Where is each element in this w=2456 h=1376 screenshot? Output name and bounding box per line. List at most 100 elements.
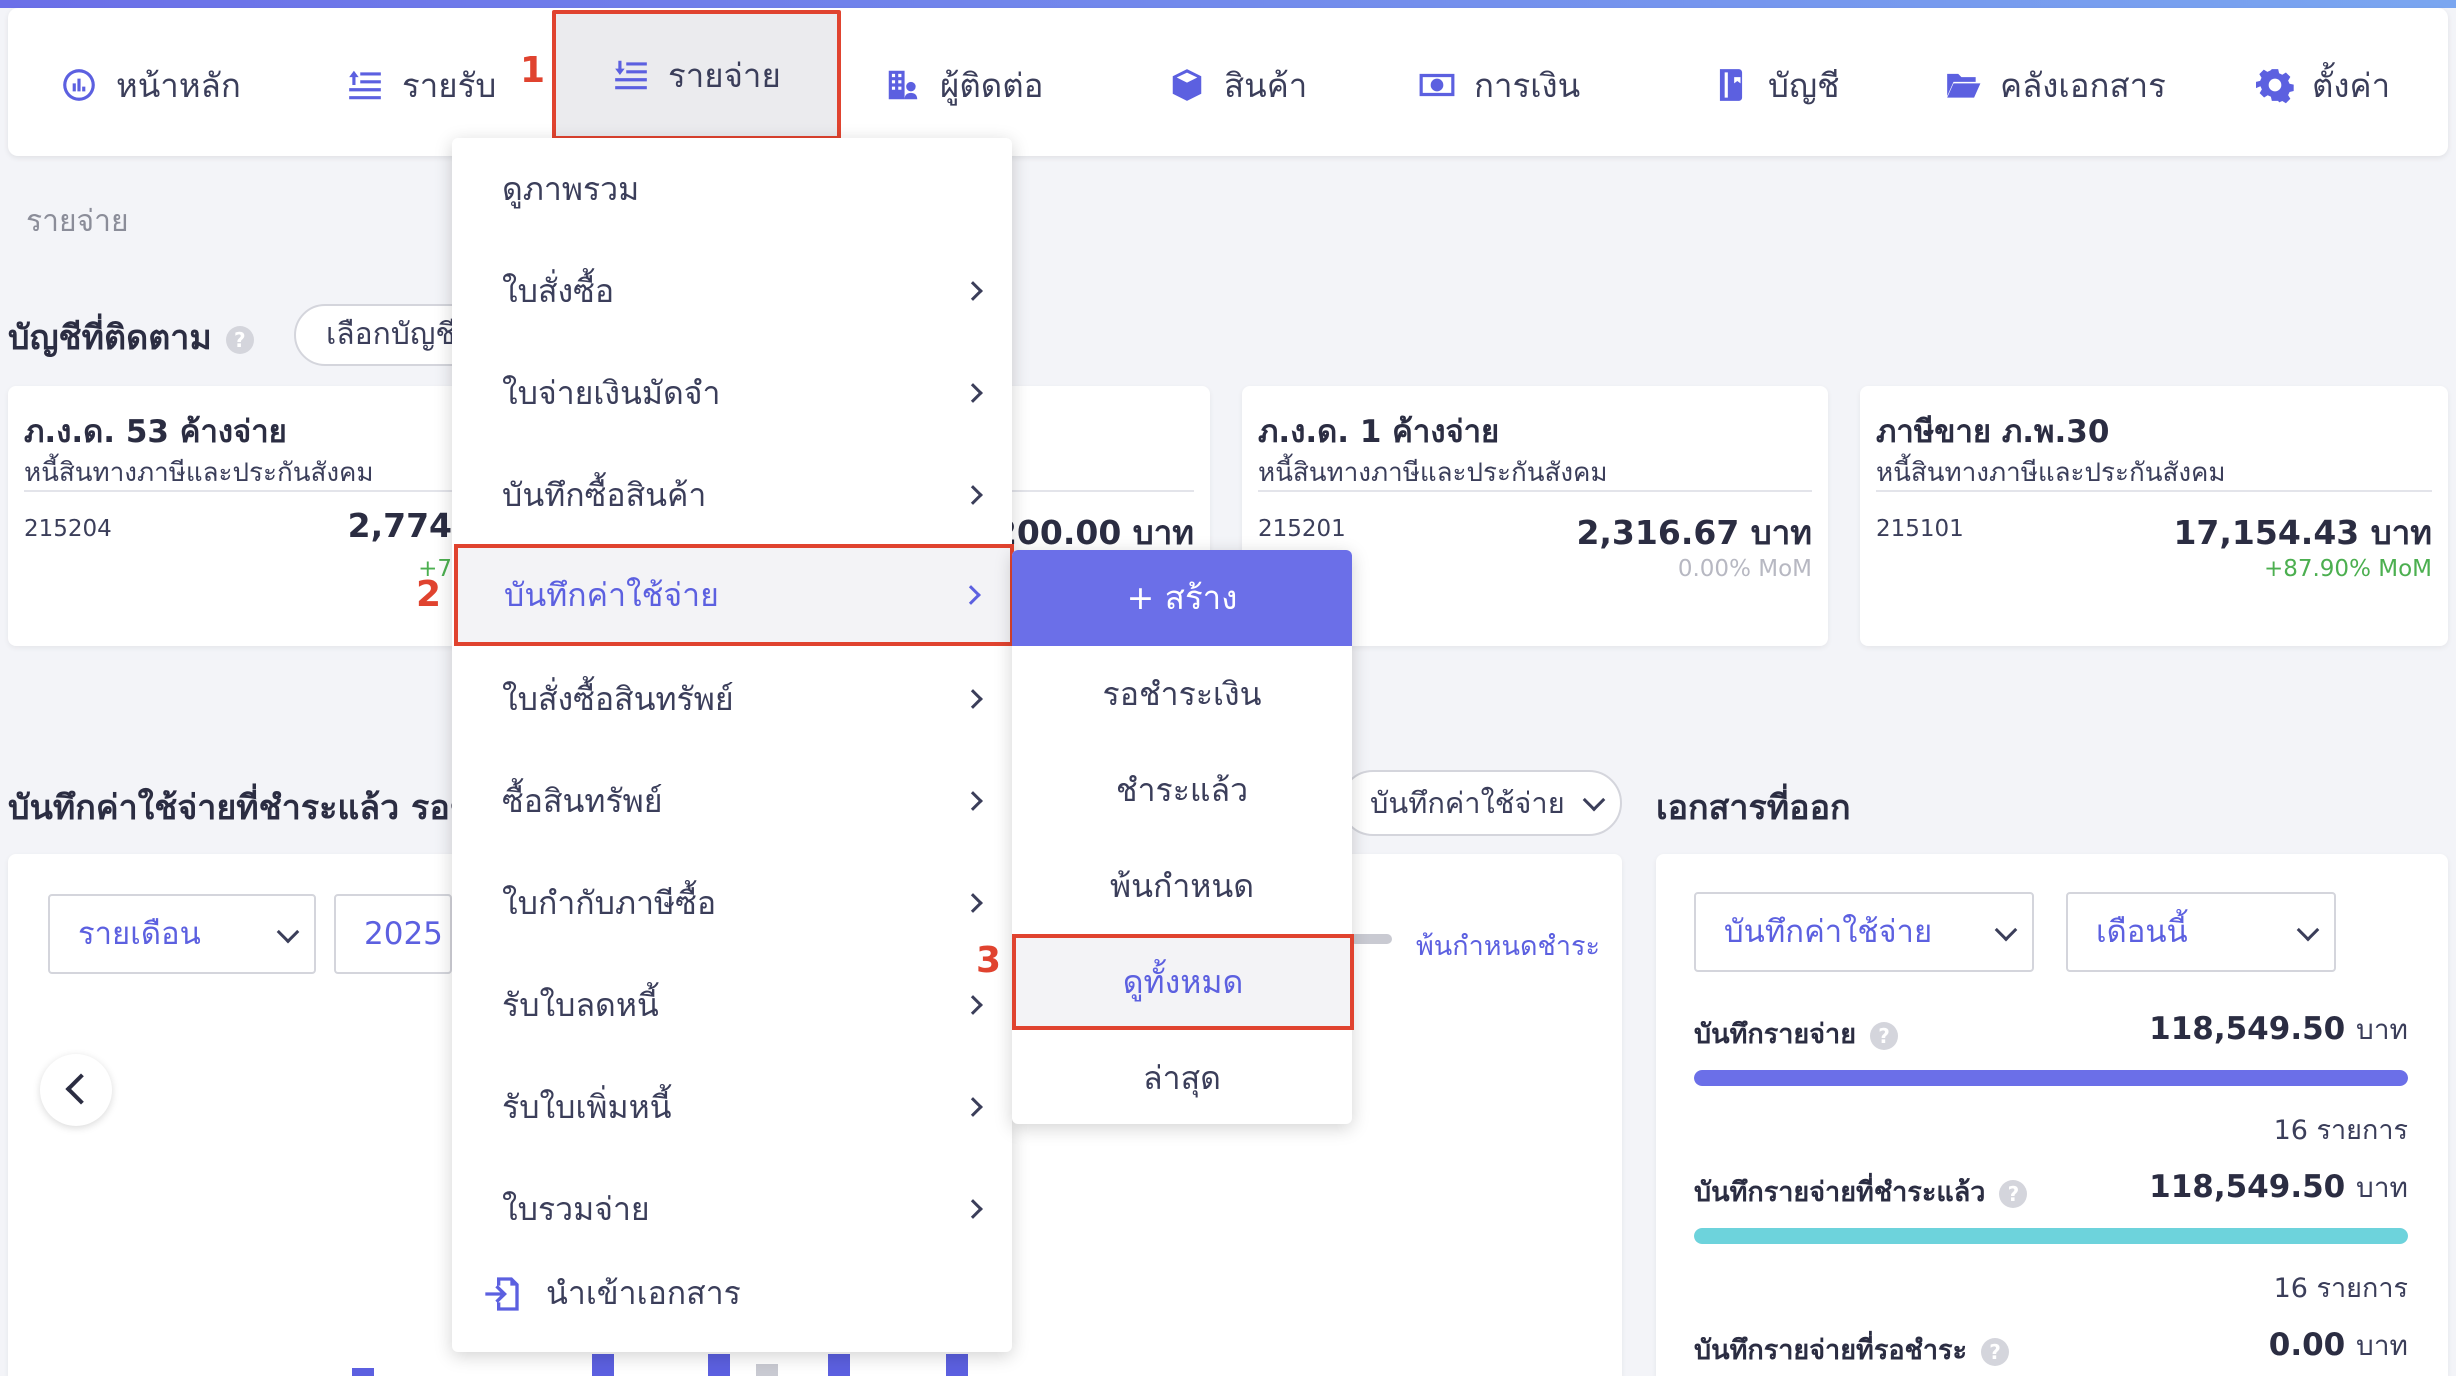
menu-item-asset-purchase-order[interactable]: ใบสั่งซื้อสินทรัพย์ bbox=[452, 648, 1012, 750]
expense-doc-type-select[interactable]: บันทึกค่าใช้จ่าย bbox=[1340, 770, 1622, 836]
menu-item-label: ใบรวมจ่าย bbox=[502, 1190, 650, 1228]
menu-item-label: ใบจ่ายเงินมัดจำ bbox=[502, 374, 721, 412]
stat-label-text: บันทึกรายจ่ายที่ชำระแล้ว bbox=[1694, 1177, 1986, 1208]
year-select[interactable]: 2025 bbox=[334, 894, 452, 974]
product-box-icon bbox=[1172, 69, 1202, 101]
account-amount: 2,316.67 บาท bbox=[1576, 513, 1812, 552]
stat-value: 118,549.50 บาท bbox=[2149, 1166, 2408, 1210]
nav-item-label: คลังเอกสาร bbox=[2000, 65, 2166, 105]
select-value: 2025 bbox=[364, 916, 443, 952]
dashboard-icon bbox=[63, 69, 95, 101]
nav-item-label: ผู้ติดต่อ bbox=[940, 65, 1044, 105]
chevron-down-icon bbox=[1994, 918, 2018, 942]
submenu-item-awaiting-payment[interactable]: รอชำระเงิน bbox=[1012, 646, 1352, 742]
menu-item-deposit-payment[interactable]: ใบจ่ายเงินมัดจำ bbox=[452, 342, 1012, 444]
nav-item-finance[interactable]: การเงิน bbox=[1418, 58, 1580, 112]
issued-month-select[interactable]: เดือนนี้ bbox=[2066, 892, 2336, 972]
account-card[interactable]: ภาษีขาย ภ.พ.30 หนี้สินทางภาษีและประกันสั… bbox=[1860, 386, 2448, 646]
submenu-item-view-all[interactable]: ดูทั้งหมด bbox=[1012, 934, 1354, 1030]
menu-item-label: ซื้อสินทรัพย์ bbox=[502, 782, 663, 820]
nav-item-home[interactable]: หน้าหลัก bbox=[60, 58, 241, 112]
nav-item-contacts[interactable]: ผู้ติดต่อ bbox=[884, 58, 1043, 112]
menu-item-debit-note[interactable]: รับใบเพิ่มหนี้ bbox=[452, 1056, 1012, 1158]
stat-count: 16 รายการ bbox=[2273, 1273, 2408, 1304]
nav-item-label: หน้าหลัก bbox=[116, 65, 241, 105]
stat-value: 118,549.50 บาท bbox=[2149, 1008, 2408, 1052]
stat-row-expense: บันทึกรายจ่าย? 118,549.50 บาท 16 รายการ bbox=[1694, 1011, 2408, 1146]
period-select[interactable]: รายเดือน bbox=[48, 894, 316, 974]
nav-item-expense[interactable]: รายจ่าย bbox=[552, 10, 841, 140]
stat-count: 16 รายการ bbox=[2273, 1115, 2408, 1146]
stat-label: บันทึกรายจ่าย? bbox=[1694, 1012, 1899, 1055]
menu-item-buy-asset[interactable]: ซื้อสินทรัพย์ bbox=[452, 750, 1012, 852]
chart-bar[interactable] bbox=[946, 1354, 968, 1376]
chevron-right-icon bbox=[963, 383, 983, 403]
nav-item-label: ตั้งค่า bbox=[2312, 65, 2391, 105]
stat-row-paid: บันทึกรายจ่ายที่ชำระแล้ว? 118,549.50 บาท… bbox=[1694, 1169, 2408, 1304]
help-icon[interactable]: ? bbox=[1981, 1337, 2010, 1366]
submenu-item-latest[interactable]: ล่าสุด bbox=[1012, 1030, 1352, 1126]
book-icon bbox=[1719, 69, 1743, 101]
account-name: ภาษีขาย ภ.พ.30 bbox=[1876, 414, 2110, 450]
stat-progress-fill bbox=[1694, 1228, 2408, 1244]
menu-item-expense-record[interactable]: บันทึกค่าใช้จ่าย bbox=[454, 544, 1014, 646]
chevron-right-icon bbox=[963, 995, 983, 1015]
menu-item-overview[interactable]: ดูภาพรวม bbox=[452, 138, 1012, 240]
divider bbox=[24, 490, 452, 492]
income-icon bbox=[349, 70, 381, 100]
folder-icon bbox=[1947, 73, 1981, 98]
nav-item-settings[interactable]: ตั้งค่า bbox=[2256, 58, 2390, 112]
chart-bar[interactable] bbox=[708, 1354, 730, 1376]
chart-bar[interactable] bbox=[828, 1354, 850, 1376]
stat-label-text: บันทึกรายจ่ายที่รอชำระ bbox=[1694, 1335, 1968, 1366]
account-name: ภ.ง.ด. 53 ค้างจ่าย bbox=[24, 414, 287, 450]
menu-item-label: นำเข้าเอกสาร bbox=[546, 1274, 741, 1312]
stat-value: 0.00 บาท bbox=[2269, 1324, 2408, 1368]
menu-item-purchase-order[interactable]: ใบสั่งซื้อ bbox=[452, 240, 1012, 342]
menu-item-import-documents[interactable]: นำเข้าเอกสาร bbox=[482, 1268, 741, 1319]
chevron-down-icon bbox=[1582, 788, 1606, 812]
expense-record-submenu: + สร้าง รอชำระเงิน ชำระแล้ว พ้นกำหนด ดูท… bbox=[1012, 550, 1354, 1126]
menu-item-label: ใบสั่งซื้อ bbox=[502, 272, 615, 310]
nav-item-products[interactable]: สินค้า bbox=[1168, 58, 1307, 112]
menu-item-combined-payment[interactable]: ใบรวมจ่าย bbox=[452, 1158, 1012, 1260]
nav-item-documents[interactable]: คลังเอกสาร bbox=[1944, 58, 2166, 112]
select-value: รายเดือน bbox=[78, 916, 201, 952]
chart-prev-button[interactable] bbox=[40, 1054, 112, 1126]
account-card[interactable]: ภ.ง.ด. 53 ค้างจ่าย หนี้สินทางภาษีและประก… bbox=[8, 386, 468, 646]
legend-overdue[interactable]: พ้นกำหนดชำระ bbox=[1416, 924, 1600, 967]
chart-bar[interactable] bbox=[352, 1368, 374, 1376]
divider bbox=[1258, 490, 1812, 492]
chevron-down-icon bbox=[276, 920, 300, 944]
menu-item-purchase-tax-invoice[interactable]: ใบกำกับภาษีซื้อ bbox=[452, 852, 1012, 954]
create-button[interactable]: + สร้าง bbox=[1012, 550, 1352, 646]
submenu-item-paid[interactable]: ชำระแล้ว bbox=[1012, 742, 1352, 838]
help-icon[interactable]: ? bbox=[225, 325, 254, 354]
step-3-marker: 3 bbox=[976, 940, 1002, 981]
chevron-right-icon bbox=[963, 1199, 983, 1219]
help-icon[interactable]: ? bbox=[1870, 1021, 1899, 1050]
account-amount: 2,774 bbox=[347, 506, 452, 545]
account-code: 215101 bbox=[1876, 516, 1964, 542]
nav-item-income[interactable]: รายรับ bbox=[346, 58, 496, 112]
expense-dropdown-menu: ดูภาพรวม ใบสั่งซื้อ ใบจ่ายเงินมัดจำ บันท… bbox=[452, 138, 1014, 1352]
submenu-item-overdue[interactable]: พ้นกำหนด bbox=[1012, 838, 1352, 934]
stat-value-number: 118,549.50 bbox=[2149, 1169, 2346, 1205]
issued-doc-select[interactable]: บันทึกค่าใช้จ่าย bbox=[1694, 892, 2034, 972]
select-value: บันทึกค่าใช้จ่าย bbox=[1724, 914, 1933, 950]
menu-item-credit-note[interactable]: รับใบลดหนี้ bbox=[452, 954, 1012, 1056]
gear-icon bbox=[2256, 69, 2294, 104]
help-icon[interactable]: ? bbox=[1999, 1179, 2028, 1208]
nav-item-label: รายจ่าย bbox=[668, 55, 781, 95]
nav-item-label: สินค้า bbox=[1224, 65, 1308, 105]
account-code: 215201 bbox=[1258, 516, 1346, 542]
stat-progress-track bbox=[1694, 1070, 2408, 1086]
menu-item-purchase-record[interactable]: บันทึกซื้อสินค้า bbox=[452, 444, 1012, 546]
menu-item-label: รับใบลดหนี้ bbox=[502, 986, 659, 1024]
chart-bar[interactable] bbox=[592, 1354, 614, 1376]
account-mom: +87.90% MoM bbox=[2263, 556, 2432, 582]
divider bbox=[1876, 490, 2432, 492]
nav-item-accounting[interactable]: บัญชี bbox=[1712, 58, 1839, 112]
chart-bar[interactable] bbox=[756, 1364, 778, 1376]
nav-item-label: การเงิน bbox=[1474, 65, 1581, 105]
